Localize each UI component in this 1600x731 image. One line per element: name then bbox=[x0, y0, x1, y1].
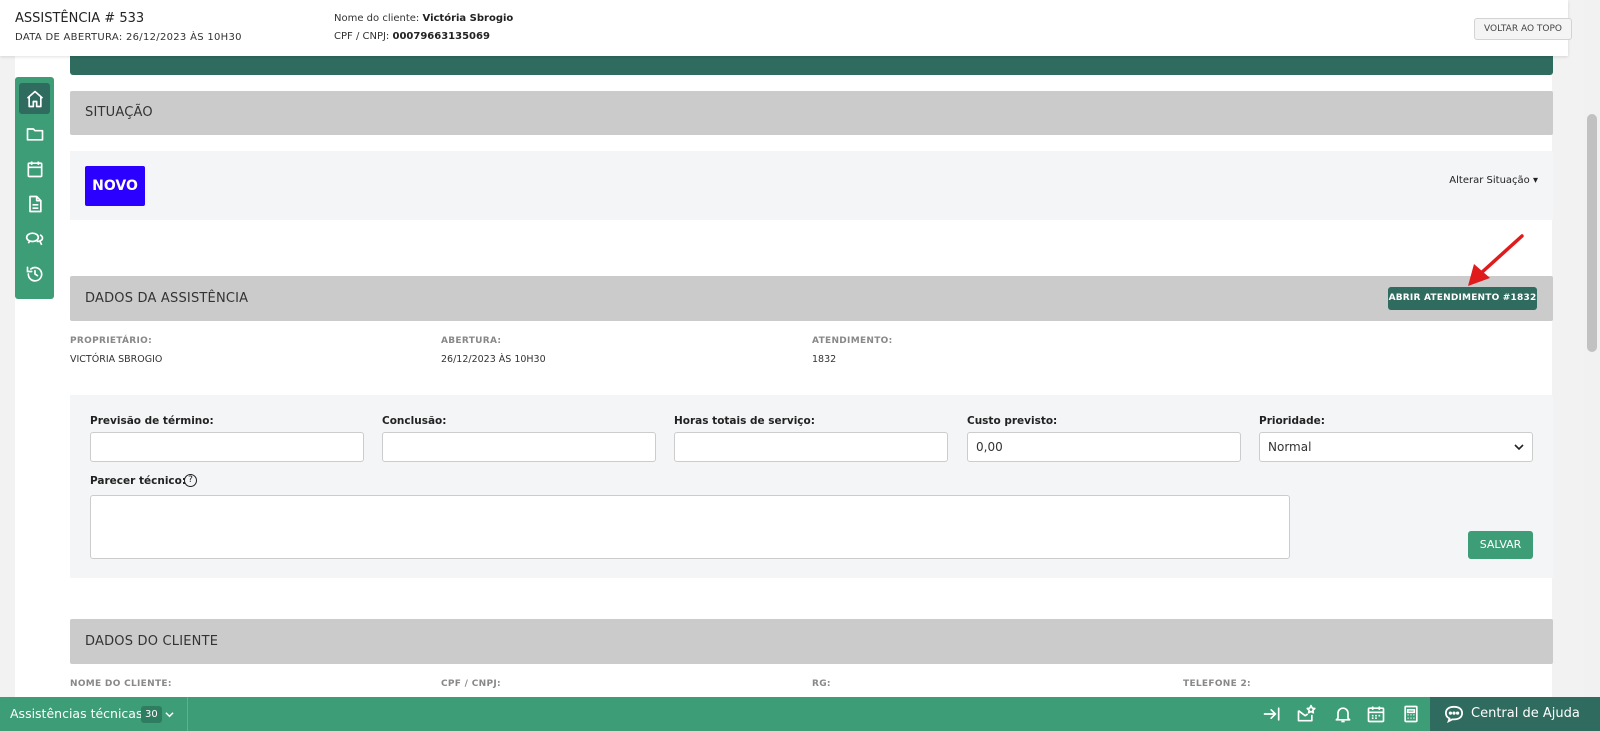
client-cpf-row: CPF / CNPJ: 00079663135069 bbox=[334, 31, 490, 42]
chevron-down-icon[interactable] bbox=[165, 710, 174, 719]
client-cpf-field-label: CPF / CNPJ: bbox=[441, 679, 501, 689]
client-name-row: Nome do cliente: Victória Sbrogio bbox=[334, 13, 513, 24]
parecer-textarea[interactable] bbox=[90, 495, 1290, 559]
document-icon bbox=[28, 195, 42, 212]
sidebar-item-history[interactable] bbox=[19, 258, 50, 289]
parecer-label: Parecer técnico: bbox=[90, 475, 187, 487]
collapse-arrow-icon[interactable] bbox=[1262, 704, 1282, 724]
sidebar-item-home[interactable] bbox=[19, 83, 50, 114]
conclusao-label: Conclusão: bbox=[382, 415, 447, 427]
horas-input[interactable] bbox=[674, 432, 948, 462]
help-icon[interactable]: ? bbox=[184, 474, 197, 487]
client-name-label: Nome do cliente: bbox=[334, 13, 420, 24]
horas-label: Horas totais de serviço: bbox=[674, 415, 815, 427]
opening-value: 26/12/2023 ÀS 10H30 bbox=[441, 354, 546, 365]
client-rg-field-label: RG: bbox=[812, 679, 831, 689]
caret-down-icon: ▾ bbox=[1532, 175, 1538, 186]
custo-label: Custo previsto: bbox=[967, 415, 1058, 427]
opening-date: DATA DE ABERTURA: 26/12/2023 ÀS 10H30 bbox=[15, 32, 242, 43]
history-icon bbox=[26, 266, 42, 282]
service-value: 1832 bbox=[812, 354, 837, 365]
status-badge: NOVO bbox=[85, 166, 145, 206]
change-status-label: Alterar Situação bbox=[1449, 175, 1530, 186]
back-to-top-button[interactable]: VOLTAR AO TOPO bbox=[1474, 18, 1572, 40]
calculator-icon[interactable] bbox=[1401, 704, 1421, 724]
cpf-value: 00079663135069 bbox=[392, 31, 490, 42]
divider bbox=[187, 697, 188, 731]
save-button[interactable]: SALVAR bbox=[1468, 531, 1533, 559]
help-center-button[interactable]: Central de Ajuda bbox=[1430, 697, 1600, 731]
page-title: ASSISTÊNCIA # 533 bbox=[15, 11, 145, 26]
folder-icon bbox=[26, 127, 43, 141]
chat-bubble-icon bbox=[1444, 705, 1464, 723]
chat-icon bbox=[25, 231, 43, 245]
count-badge: 30 bbox=[141, 706, 162, 723]
prioridade-label: Prioridade: bbox=[1259, 415, 1325, 427]
dados-assistencia-header: DADOS DA ASSISTÊNCIA bbox=[70, 276, 1553, 321]
chevron-down-icon bbox=[1514, 444, 1524, 451]
change-status-dropdown[interactable]: Alterar Situação ▾ bbox=[1449, 175, 1538, 186]
service-label: ATENDIMENTO: bbox=[812, 336, 893, 346]
situacao-title: SITUAÇÃO bbox=[85, 105, 153, 120]
home-icon bbox=[26, 90, 43, 107]
prioridade-select[interactable]: Normal bbox=[1259, 432, 1533, 462]
sidebar-item-document[interactable] bbox=[19, 188, 50, 219]
situacao-panel: NOVO Alterar Situação ▾ bbox=[70, 151, 1553, 220]
prioridade-value: Normal bbox=[1268, 440, 1312, 454]
client-phone2-field-label: TELEFONE 2: bbox=[1183, 679, 1251, 689]
mail-star-icon[interactable] bbox=[1296, 704, 1316, 724]
bell-icon[interactable] bbox=[1333, 704, 1353, 724]
dados-cliente-title: DADOS DO CLIENTE bbox=[85, 634, 219, 649]
sidebar-item-chat[interactable] bbox=[19, 223, 50, 254]
client-name-value: Victória Sbrogio bbox=[422, 13, 514, 24]
dados-cliente-header: DADOS DO CLIENTE bbox=[70, 619, 1553, 664]
help-center-label: Central de Ajuda bbox=[1471, 706, 1580, 721]
sidebar bbox=[15, 77, 54, 299]
scrollbar-thumb[interactable] bbox=[1587, 114, 1597, 352]
owner-label: PROPRIETÁRIO: bbox=[70, 336, 153, 346]
custo-input[interactable] bbox=[967, 432, 1241, 462]
calendar-icon bbox=[27, 161, 42, 177]
owner-value: VICTÓRIA SBROGIO bbox=[70, 354, 163, 365]
header-strip bbox=[70, 56, 1553, 75]
page-header: ASSISTÊNCIA # 533 DATA DE ABERTURA: 26/1… bbox=[0, 0, 1572, 56]
cpf-label: CPF / CNPJ: bbox=[334, 31, 390, 42]
bottom-bar: Assistências técnicas 30 Central de Ajud… bbox=[0, 697, 1600, 731]
sidebar-item-folder[interactable] bbox=[19, 118, 50, 149]
sidebar-item-calendar[interactable] bbox=[19, 153, 50, 184]
dados-assistencia-title: DADOS DA ASSISTÊNCIA bbox=[85, 291, 249, 306]
client-name-field-label: NOME DO CLIENTE: bbox=[70, 679, 172, 689]
previsao-label: Previsão de término: bbox=[90, 415, 214, 427]
conclusao-input[interactable] bbox=[382, 432, 656, 462]
module-selector[interactable]: Assistências técnicas bbox=[10, 706, 142, 721]
annotation-arrow bbox=[1468, 234, 1524, 286]
previsao-input[interactable] bbox=[90, 432, 364, 462]
opening-label: ABERTURA: bbox=[441, 336, 502, 346]
situacao-header: SITUAÇÃO bbox=[70, 91, 1553, 135]
calendar-icon[interactable] bbox=[1366, 704, 1386, 724]
